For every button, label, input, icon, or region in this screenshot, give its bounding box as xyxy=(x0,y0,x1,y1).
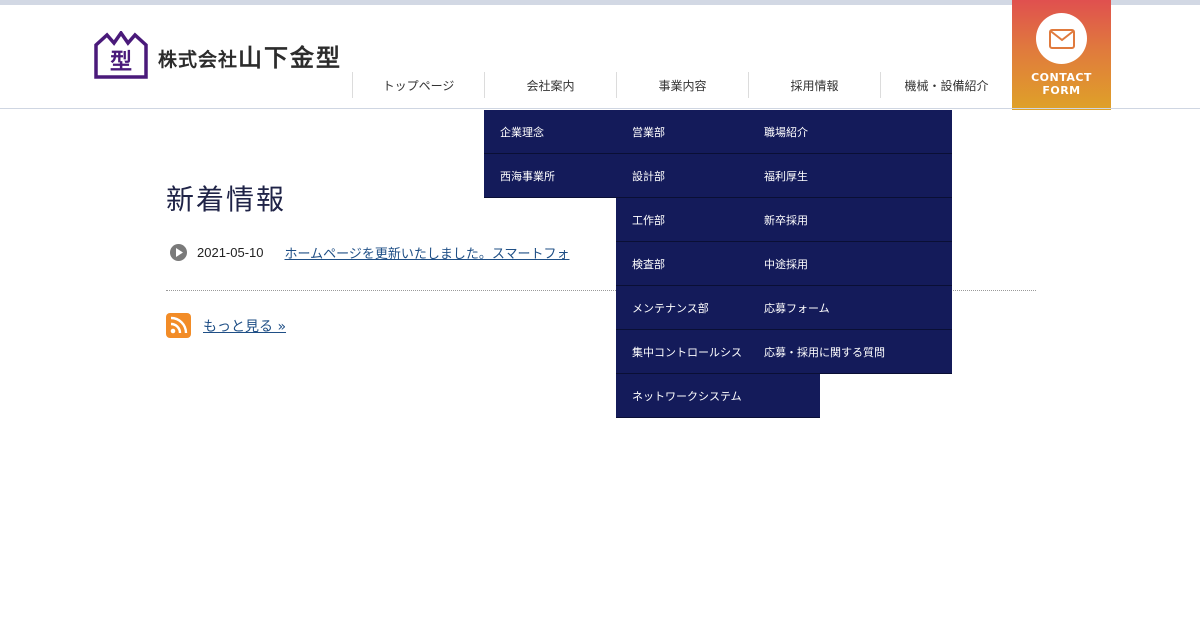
contact-label: CONTACT FORM xyxy=(1031,71,1092,97)
dropdown-item-saikai-office[interactable]: 西海事業所 xyxy=(484,154,616,198)
dropdown-item-sales[interactable]: 営業部 xyxy=(616,110,748,154)
header-divider xyxy=(0,108,1200,109)
dropdown-item-welfare[interactable]: 福利厚生 xyxy=(748,154,952,198)
play-bullet-icon xyxy=(170,244,187,261)
logo-mark-icon: 型 xyxy=(94,31,148,79)
logo-mark-char: 型 xyxy=(110,50,132,75)
nav-item-business[interactable]: 事業内容 xyxy=(616,72,748,98)
news-item: 2021-05-10 ホームページを更新いたしました。スマートフォ xyxy=(170,243,569,262)
rss-icon[interactable] xyxy=(166,313,191,338)
nav-item-equipment[interactable]: 機械・設備紹介 xyxy=(880,72,1012,98)
dropdown-item-application-form[interactable]: 応募フォーム xyxy=(748,286,952,330)
dropdown-item-central-control[interactable]: 集中コントロールシス xyxy=(616,330,748,374)
contact-label-line2: FORM xyxy=(1042,84,1081,97)
nav-item-top[interactable]: トップページ xyxy=(352,72,484,98)
contact-icon-circle xyxy=(1036,13,1087,64)
dropdown-item-inspection[interactable]: 検査部 xyxy=(616,242,748,286)
global-nav: トップページ 会社案内 事業内容 採用情報 機械・設備紹介 xyxy=(352,72,1012,98)
dropdown-item-faq[interactable]: 応募・採用に関する質問 xyxy=(748,330,952,374)
dropdown-item-machining[interactable]: 工作部 xyxy=(616,198,748,242)
contact-label-line1: CONTACT xyxy=(1031,71,1092,84)
news-link[interactable]: ホームページを更新いたしました。スマートフォ xyxy=(285,243,570,262)
dropdown-item-design[interactable]: 設計部 xyxy=(616,154,748,198)
dropdown-item-philosophy[interactable]: 企業理念 xyxy=(484,110,616,154)
more-link[interactable]: もっと見る » xyxy=(203,316,286,336)
dropdown-item-network-system[interactable]: ネットワークシステム xyxy=(616,374,820,418)
company-main-name: 山下金型 xyxy=(238,43,343,72)
dropdown-item-mid-career[interactable]: 中途採用 xyxy=(748,242,952,286)
contact-form-button[interactable]: CONTACT FORM xyxy=(1012,0,1111,110)
page-title: 新着情報 xyxy=(166,183,287,216)
nav-item-company[interactable]: 会社案内 xyxy=(484,72,616,98)
company-name: 株式会社 山下金型 xyxy=(158,38,342,73)
envelope-icon xyxy=(1048,28,1075,49)
dropdown-item-workplace[interactable]: 職場紹介 xyxy=(748,110,952,154)
more-row: もっと見る » xyxy=(166,313,286,338)
site-logo[interactable]: 型 株式会社 山下金型 xyxy=(94,31,342,79)
dropdown-item-maintenance[interactable]: メンテナンス部 xyxy=(616,286,748,330)
dropdown-item-new-grad[interactable]: 新卒採用 xyxy=(748,198,952,242)
company-prefix: 株式会社 xyxy=(158,48,239,71)
news-date: 2021-05-10 xyxy=(197,245,264,260)
nav-item-recruit[interactable]: 採用情報 xyxy=(748,72,880,98)
